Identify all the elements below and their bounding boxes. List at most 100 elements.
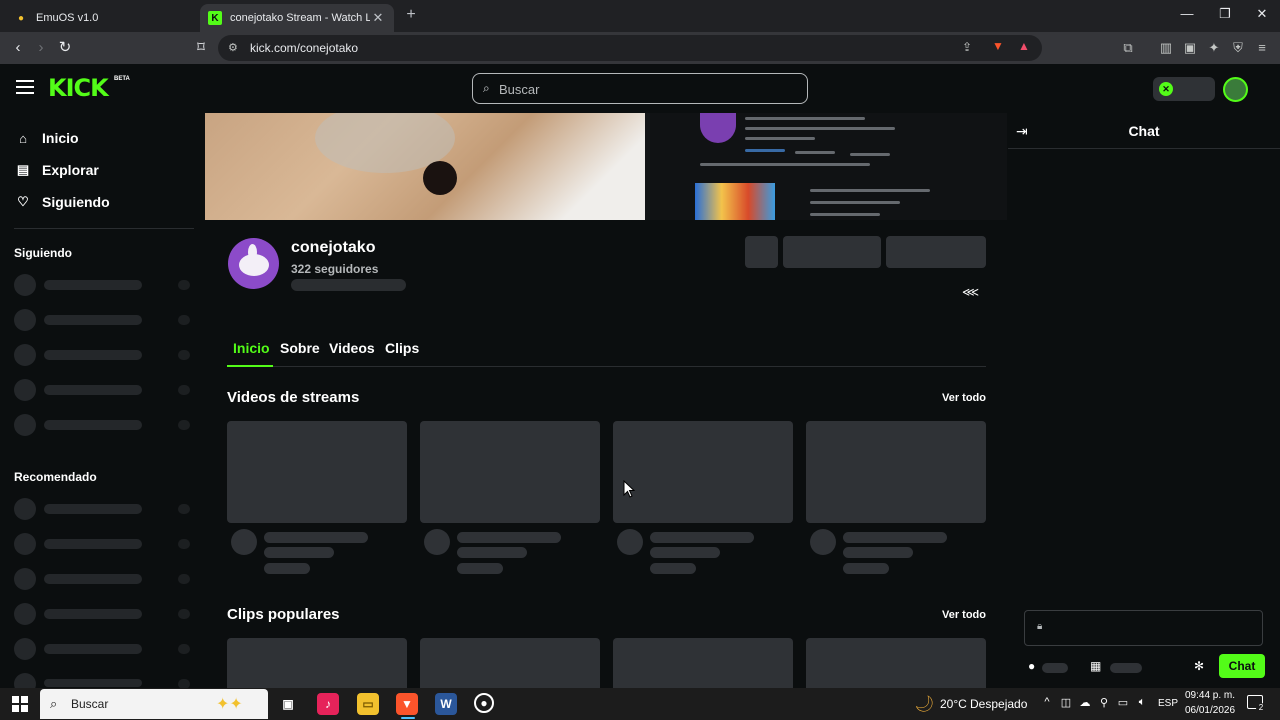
reload-icon[interactable]: ↻ — [55, 38, 75, 58]
follower-count: 322 seguidores — [291, 262, 379, 276]
home-icon: ⌂ — [19, 130, 27, 146]
language-indicator[interactable]: ESP — [1158, 698, 1178, 709]
nav-item-inicio[interactable]: ⌂ Inicio — [14, 127, 79, 149]
share-icon[interactable]: ⋘ — [962, 285, 979, 299]
emote-icon[interactable]: ● — [1028, 659, 1035, 673]
forward-icon[interactable]: › — [31, 38, 51, 58]
kick-logo[interactable]: KICK — [48, 74, 109, 102]
task-view-icon[interactable]: ▣ — [277, 693, 299, 715]
clock-date[interactable]: 06/01/2026 — [1180, 705, 1240, 716]
browser-tab-emuos[interactable]: ● EmuOS v1.0 — [6, 4, 196, 32]
mouse-cursor-icon — [623, 480, 635, 498]
chat-divider — [1008, 148, 1280, 149]
word-app-icon[interactable]: W — [435, 693, 457, 715]
recommended-section-title: Recomendado — [14, 470, 97, 484]
chat-message-input[interactable]: 🔒︎ — [1024, 610, 1263, 646]
clip-card-skeleton[interactable] — [227, 638, 407, 688]
user-avatar[interactable] — [1223, 77, 1248, 102]
channel-avatar[interactable] — [228, 238, 279, 289]
minimize-icon[interactable]: — — [1172, 6, 1202, 21]
skeleton-channel-row — [14, 309, 194, 331]
search-icon: ⌕ — [483, 81, 490, 95]
hamburger-menu-icon[interactable] — [16, 80, 34, 94]
search-icon: ⌕ — [50, 696, 58, 711]
bookmark-icon[interactable]: ⌑ — [191, 38, 211, 58]
address-bar[interactable]: ⚙ kick.com/conejotako ⇪ ▼ ▲ — [218, 35, 1042, 61]
tabs-divider — [227, 366, 986, 367]
file-explorer-icon[interactable]: ▭ — [357, 693, 379, 715]
leo-ai-icon[interactable]: ✦ — [1205, 39, 1223, 57]
active-tab-indicator — [227, 365, 273, 367]
streams-section-title: Videos de streams — [227, 389, 360, 406]
chevron-up-icon[interactable]: ^ — [1039, 696, 1055, 708]
menu-icon[interactable]: ≡ — [1253, 39, 1271, 57]
weather-description[interactable]: Despejado — [970, 697, 1027, 711]
search-input[interactable] — [499, 78, 779, 100]
tray-app-icon[interactable]: ◫ — [1058, 696, 1074, 709]
windows-start-icon[interactable] — [12, 696, 28, 712]
tab-inicio[interactable]: Inicio — [233, 340, 270, 356]
channel-banner — [205, 113, 1007, 220]
brave-rewards-icon[interactable]: ▲ — [1018, 39, 1030, 53]
banner-screen-photo — [650, 113, 1007, 220]
wallet-icon[interactable]: ▣ — [1181, 39, 1199, 57]
brave-shields-icon[interactable]: ▼ — [992, 39, 1004, 53]
taskbar-search[interactable]: ⌕ Buscar ✦✦ — [40, 689, 268, 719]
close-tab-icon[interactable]: ✕ — [370, 10, 386, 26]
collapse-chat-icon[interactable]: ⇥ — [1016, 123, 1032, 140]
notification-count: 2 — [1256, 703, 1266, 713]
clip-card-skeleton[interactable] — [420, 638, 600, 688]
tiktok-app-icon[interactable]: ♪ — [317, 693, 339, 715]
new-tab-icon[interactable]: + — [401, 6, 421, 24]
microphone-icon[interactable]: ⚲ — [1096, 696, 1112, 709]
close-window-icon[interactable]: ✕ — [1247, 6, 1277, 22]
see-all-streams-link[interactable]: Ver todo — [930, 392, 986, 404]
action-button-placeholder[interactable] — [745, 236, 778, 268]
site-header: KICK BETA ⌕ ✕ — [0, 64, 1280, 112]
tab-sobre[interactable]: Sobre — [280, 340, 320, 356]
tab-title: conejotako Stream - Watch Live — [230, 12, 370, 24]
network-icon[interactable]: ▭ — [1115, 696, 1131, 709]
site-info-icon[interactable]: ⚙ — [228, 41, 238, 54]
cloud-off-icon[interactable]: ☁ — [1077, 696, 1093, 709]
obs-app-icon[interactable]: ● — [474, 693, 494, 713]
banner-rabbit-photo — [205, 113, 645, 220]
see-all-clips-link[interactable]: Ver todo — [930, 609, 986, 621]
left-sidebar: ⌂ Inicio ▤ Explorar ♡ Siguiendo Siguiend… — [0, 112, 204, 695]
chat-settings-icon[interactable]: ✻ — [1194, 659, 1204, 673]
browser-tab-kick[interactable]: K conejotako Stream - Watch Live ✕ — [200, 4, 394, 32]
vpn-icon[interactable]: ⛨ — [1229, 39, 1247, 57]
volume-icon[interactable]: 🔈︎ — [1134, 696, 1150, 709]
chat-send-button[interactable]: Chat — [1219, 654, 1265, 678]
account-status-pill[interactable]: ✕ — [1153, 77, 1215, 101]
compass-icon: ▤ — [16, 162, 30, 177]
weather-moon-icon[interactable]: 🌙︎ — [914, 694, 934, 714]
nav-item-siguiendo[interactable]: ♡ Siguiendo — [14, 191, 110, 213]
screenshot-icon[interactable]: ⧉ — [1119, 39, 1137, 57]
action-button-placeholder[interactable] — [783, 236, 881, 268]
weather-temperature[interactable]: 20°C — [940, 697, 967, 711]
action-button-placeholder[interactable] — [886, 236, 986, 268]
sidebar-toggle-icon[interactable]: ▥ — [1157, 39, 1175, 57]
skeleton-channel-row — [14, 344, 194, 366]
back-icon[interactable]: ‹ — [8, 38, 28, 58]
nav-item-explorar[interactable]: ▤ Explorar — [14, 159, 99, 181]
tab-videos[interactable]: Videos — [329, 340, 375, 356]
skeleton-channel-row — [14, 603, 194, 625]
clock-time[interactable]: 09:44 p. m. — [1180, 690, 1240, 701]
clip-card-skeleton[interactable] — [806, 638, 986, 688]
following-section-title: Siguiendo — [14, 246, 72, 260]
skeleton-line — [291, 279, 406, 291]
browser-tab-strip: ● EmuOS v1.0 K conejotako Stream - Watch… — [0, 0, 1280, 32]
skeleton-channel-row — [14, 498, 194, 520]
share-page-icon[interactable]: ⇪ — [962, 40, 972, 54]
browser-toolbar: ‹ › ↻ ⌑ ⚙ kick.com/conejotako ⇪ ▼ ▲ ⧉ ▥ … — [0, 32, 1280, 64]
tab-clips[interactable]: Clips — [385, 340, 419, 356]
clip-card-skeleton[interactable] — [613, 638, 793, 688]
taskbar-search-text: Buscar — [71, 697, 109, 711]
store-icon[interactable]: ▦ — [1090, 659, 1101, 673]
search-box[interactable]: ⌕ — [472, 73, 808, 104]
maximize-icon[interactable]: ❐ — [1210, 6, 1240, 22]
brave-browser-icon[interactable]: ▼ — [396, 693, 418, 715]
heart-icon: ♡ — [17, 194, 29, 209]
